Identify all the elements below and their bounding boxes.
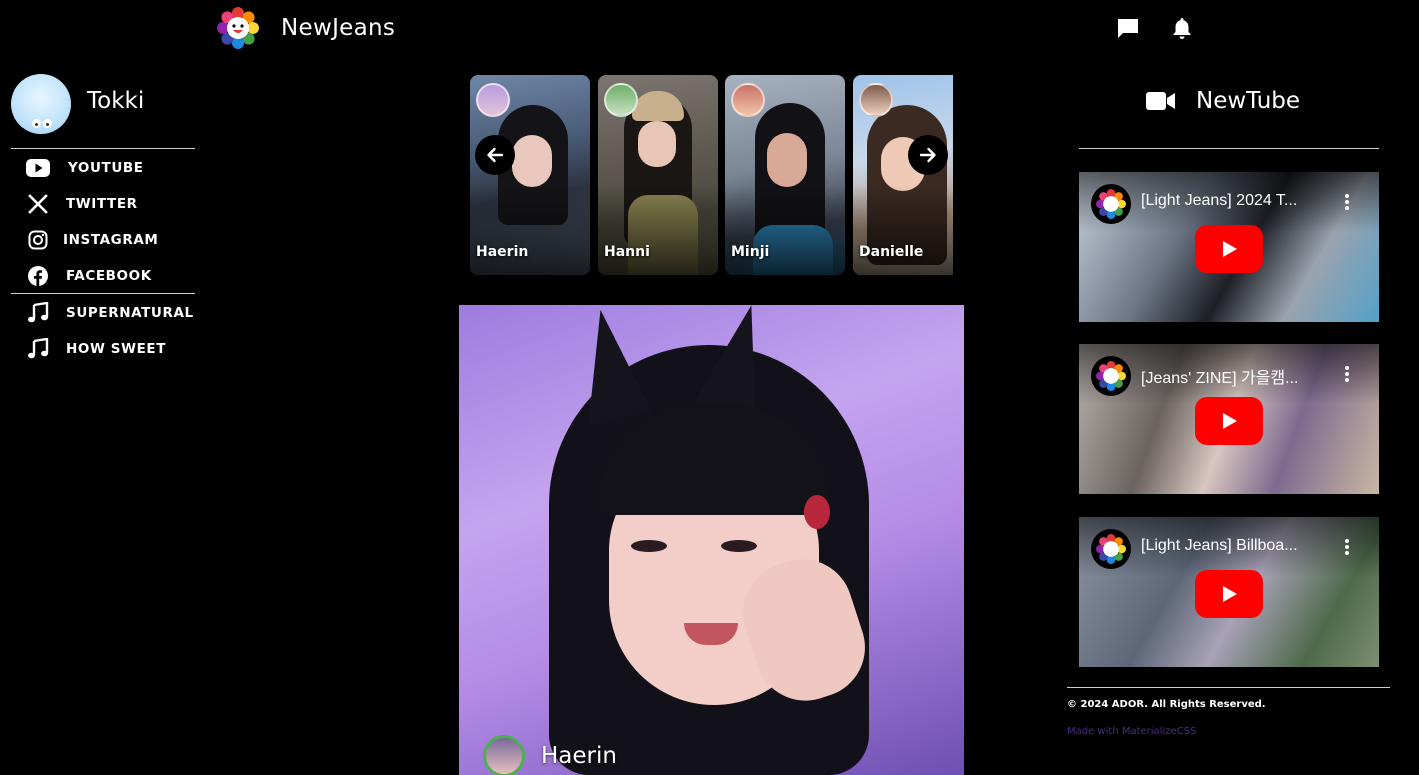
page: NewJeans Tokki YOUTUBE TWITTER INSTAGRAM [0,0,1419,775]
sidebar-item-instagram[interactable]: INSTAGRAM [26,227,158,253]
sidebar-item-twitter[interactable]: TWITTER [26,191,138,217]
brand-name: NewJeans [281,15,396,41]
video-title[interactable]: [Light Jeans] 2024 T... [1141,192,1341,210]
story-shade [470,185,590,275]
divider [11,293,195,294]
channel-avatar-icon[interactable] [1091,356,1131,396]
post-cat-ear-left [561,305,652,427]
brand[interactable]: NewJeans [217,6,395,50]
story-card-danielle[interactable]: Danielle [853,75,953,275]
x-twitter-icon [26,192,50,216]
carousel-prev-button[interactable] [475,135,515,175]
sidebar-item-label: HOW SWEET [66,341,167,357]
post-earring [804,495,830,529]
sidebar-item-youtube[interactable]: YOUTUBE [26,155,144,181]
sidebar-item-supernatural[interactable]: SUPERNATURAL [26,300,194,326]
copyright-text: © 2024 ADOR. All Rights Reserved. [1067,699,1266,710]
facebook-icon [26,264,50,288]
video-embed-3[interactable]: [Light Jeans] Billboa... [1079,517,1379,667]
sidebar-item-label: FACEBOOK [66,268,152,284]
story-hat [632,91,684,121]
youtube-icon [26,156,50,180]
story-avatar [859,83,893,117]
sidebar-item-facebook[interactable]: FACEBOOK [26,263,152,289]
more-options-icon[interactable] [1345,539,1349,557]
made-with-link[interactable]: Made with MaterializeCSS [1067,726,1196,737]
post-eye-right [721,540,757,552]
music-note-icon [26,301,50,325]
story-avatar [476,83,510,117]
music-note-icon [26,337,50,361]
notification-bell-icon[interactable] [1170,16,1194,40]
story-name: Minji [731,244,770,260]
flower-logo-icon [217,7,259,49]
video-embed-2[interactable]: [Jeans' ZINE] 가을캠... [1079,344,1379,494]
video-title[interactable]: [Jeans' ZINE] 가을캠... [1141,364,1341,388]
video-title[interactable]: [Light Jeans] Billboa... [1141,537,1341,555]
story-avatar [731,83,765,117]
story-name: Haerin [476,244,529,260]
story-card-minji[interactable]: Minji [725,75,845,275]
story-shade [853,185,953,275]
play-icon [1223,586,1237,602]
carousel-next-button[interactable] [908,135,948,175]
arrow-left-icon [487,147,504,163]
play-button[interactable] [1195,225,1263,273]
story-shade [598,185,718,275]
sidebar-item-label: INSTAGRAM [63,232,159,248]
channel-avatar-icon[interactable] [1091,184,1131,224]
avatar[interactable] [11,74,71,134]
play-icon [1223,241,1237,257]
story-shade [725,185,845,275]
channel-avatar-icon[interactable] [1091,529,1131,569]
video-embed-1[interactable]: [Light Jeans] 2024 T... [1079,172,1379,322]
story-avatar [604,83,638,117]
story-face [638,121,676,167]
profile-name: Tokki [87,88,145,114]
play-button[interactable] [1195,570,1263,618]
more-options-icon[interactable] [1345,194,1349,212]
play-button[interactable] [1195,397,1263,445]
play-icon [1223,413,1237,429]
post-author-avatar [483,735,525,775]
post-eye-left [631,540,667,552]
story-face [512,135,552,187]
footer-divider [1067,687,1390,688]
story-face [767,133,807,187]
chat-icon[interactable] [1116,16,1140,40]
post-image[interactable]: Haerin [459,305,964,775]
video-camera-icon [1146,92,1175,110]
sidebar-item-label: TWITTER [66,196,138,212]
avatar-eye-right [46,123,49,126]
sidebar-item-label: YOUTUBE [68,160,144,176]
story-name: Danielle [859,244,924,260]
stories-carousel: Haerin Hanni Minji Danielle [470,75,953,275]
divider [11,148,195,149]
arrow-right-icon [919,147,936,163]
instagram-icon [26,228,50,252]
sidebar-item-how-sweet[interactable]: HOW SWEET [26,336,166,362]
story-card-haerin[interactable]: Haerin [470,75,590,275]
story-card-hanni[interactable]: Hanni [598,75,718,275]
more-options-icon[interactable] [1345,366,1349,384]
story-name: Hanni [604,244,650,260]
post-author[interactable]: Haerin [483,735,617,775]
sidebar-item-label: SUPERNATURAL [66,305,194,321]
avatar-eye-left [35,123,38,126]
post-author-name: Haerin [541,743,617,769]
newtube-header: NewTube [1146,88,1300,114]
divider [1079,148,1379,149]
newtube-title: NewTube [1196,88,1301,114]
